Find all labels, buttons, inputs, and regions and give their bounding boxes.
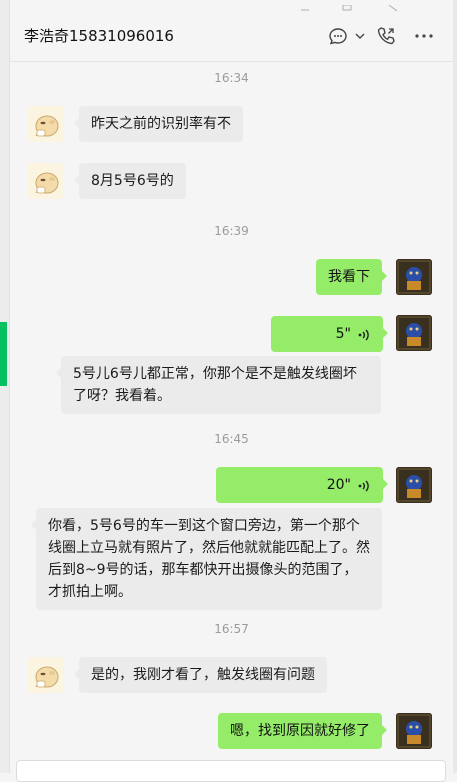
message-bubble-outgoing[interactable]: 我看下 (316, 259, 387, 295)
chat-bubble-icon[interactable] (326, 24, 350, 48)
voice-message-outgoing[interactable]: 5" (271, 316, 388, 352)
message-input[interactable] (16, 760, 446, 782)
my-avatar[interactable] (396, 315, 432, 351)
contact-avatar[interactable] (28, 657, 64, 693)
phone-icon[interactable] (374, 24, 398, 48)
minimize-icon[interactable] (300, 0, 310, 11)
my-avatar[interactable] (396, 467, 432, 503)
close-icon[interactable] (388, 0, 398, 12)
voice-wave-icon (357, 478, 371, 492)
message-bubble-incoming[interactable]: 是的，我刚才看了，触发线圈有问题 (74, 657, 327, 693)
message-bubble-incoming[interactable]: 昨天之前的识别率有不 (74, 106, 243, 142)
timestamp: 16:45 (214, 432, 249, 446)
voice-duration: 20" (326, 477, 351, 493)
message-bubble-outgoing[interactable]: 嗯，找到原因就好修了 (218, 713, 387, 749)
chevron-down-icon[interactable] (348, 24, 365, 48)
outer-sidebar-edge (0, 0, 9, 773)
timestamp: 16:39 (214, 224, 249, 238)
contact-avatar[interactable] (28, 106, 64, 142)
message-bubble-incoming[interactable]: 8月5号6号的 (74, 163, 186, 199)
contact-avatar[interactable] (28, 163, 64, 199)
voice-wave-icon (357, 327, 371, 341)
outer-selection-accent (0, 322, 7, 386)
contact-name[interactable]: 李浩奇15831096016 (24, 25, 174, 46)
my-avatar[interactable] (396, 713, 432, 749)
outer-scrollbar-track[interactable] (453, 0, 457, 773)
timestamp: 16:34 (214, 71, 249, 85)
chat-header: 李浩奇15831096016 (10, 10, 453, 62)
more-icon[interactable] (412, 24, 436, 48)
chat-window: 李浩奇15831096016 16:34 昨天之前的识别率有不 8月5号6号的 … (9, 0, 453, 782)
my-avatar[interactable] (396, 259, 432, 295)
voice-message-outgoing[interactable]: 20" (216, 467, 388, 503)
voice-duration: 5" (335, 326, 351, 342)
message-bubble-incoming[interactable]: 5号儿6号儿都正常，你那个是不是触发线圈坏了呀？我看着。 (56, 356, 381, 414)
window-controls-strip (10, 0, 453, 12)
maximize-icon[interactable] (342, 0, 352, 11)
timestamp: 16:57 (214, 622, 249, 636)
message-bubble-incoming[interactable]: 你看，5号6号的车一到这个窗口旁边，第一个那个线圈上立马就有照片了，然后他就就能… (31, 508, 382, 610)
